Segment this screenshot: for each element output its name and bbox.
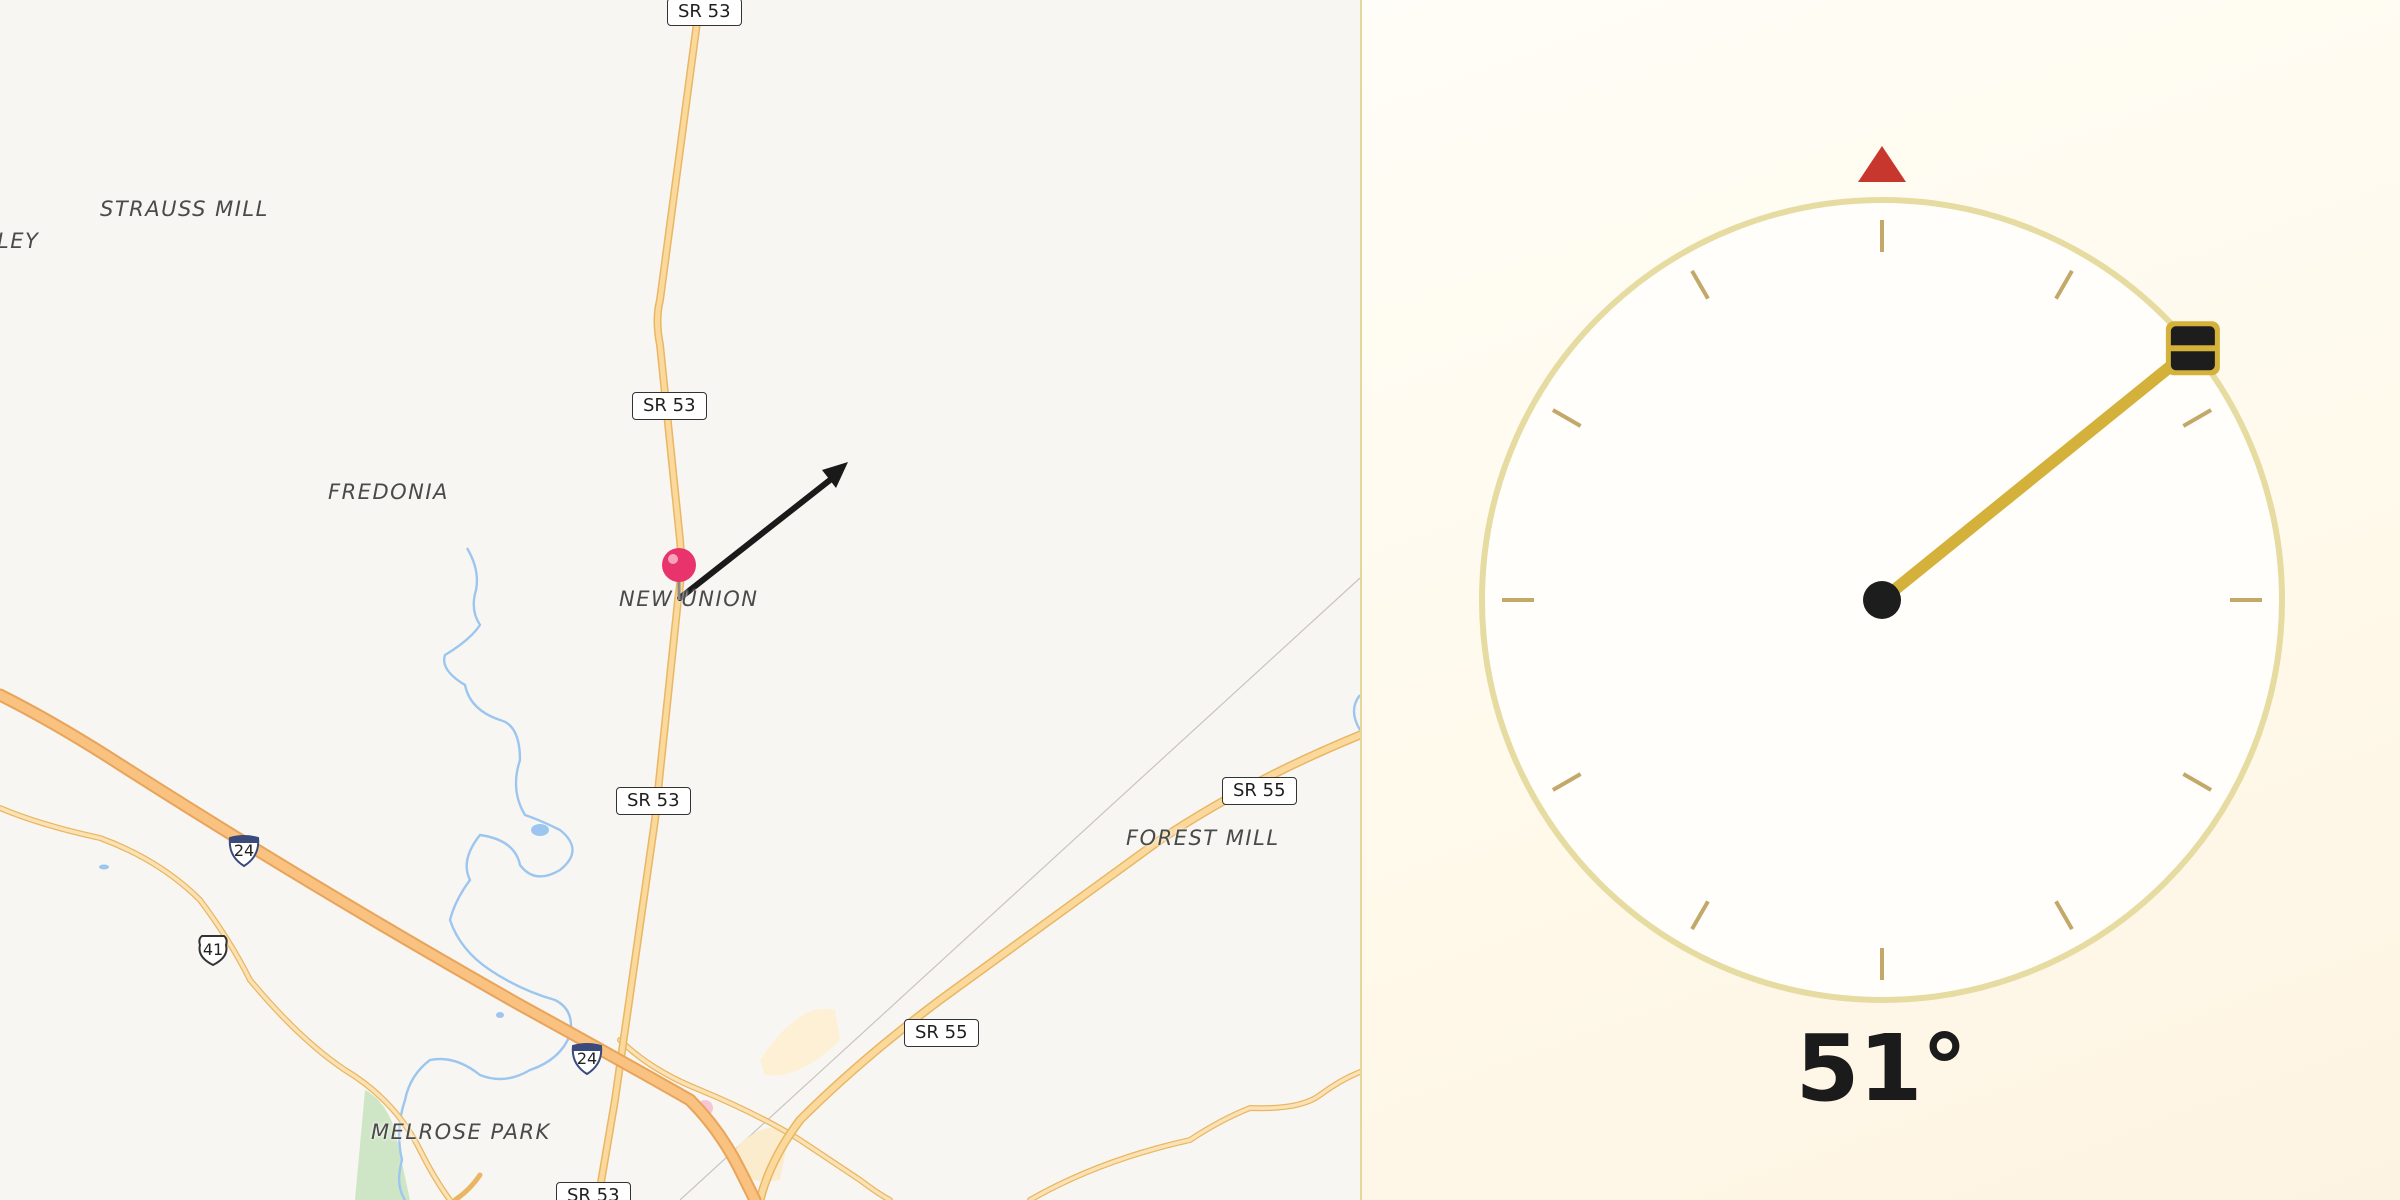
place-label-fredonia: FREDONIA xyxy=(328,480,449,504)
route-shield-sr55: SR 55 xyxy=(1222,777,1297,805)
heading-drag-handle[interactable] xyxy=(2165,321,2220,376)
park-area xyxy=(355,1090,410,1200)
north-marker-icon xyxy=(1858,146,1906,182)
route-shield-sr53: SR 53 xyxy=(556,1182,631,1200)
road xyxy=(1028,1070,1360,1200)
compass-panel: 51° xyxy=(1362,0,2400,1200)
heading-arrow xyxy=(677,477,833,601)
compass-center-dot xyxy=(1863,581,1901,619)
route-shield-sr53: SR 53 xyxy=(616,787,691,815)
place-label-new-union: NEW UNION xyxy=(619,587,759,611)
route-shield-sr53: SR 53 xyxy=(632,392,707,420)
place-label-forest-mill: FOREST MILL xyxy=(1126,826,1280,850)
interstate-shield-icon: 24 xyxy=(570,1042,604,1076)
place-label-melrose-park: MELROSE PARK xyxy=(371,1120,551,1144)
pond xyxy=(99,864,109,870)
pond xyxy=(531,824,549,836)
place-label-valley: LEY xyxy=(0,229,40,253)
pond xyxy=(496,1012,504,1018)
route-shield-sr53: SR 53 xyxy=(667,0,742,26)
route-shield-sr55: SR 55 xyxy=(904,1019,979,1047)
heading-readout: 51° xyxy=(1795,1015,1967,1122)
interstate-shield-icon: 24 xyxy=(227,834,261,868)
road xyxy=(452,1172,483,1200)
urban-area xyxy=(760,1008,840,1076)
river xyxy=(397,547,574,1200)
place-label-strauss-mill: STRAUSS MILL xyxy=(100,197,269,221)
map-view[interactable]: STRAUSS MILL LEY FREDONIA NEW UNION FORE… xyxy=(0,0,1360,1200)
us-route-shield-icon: 41 xyxy=(196,933,230,967)
